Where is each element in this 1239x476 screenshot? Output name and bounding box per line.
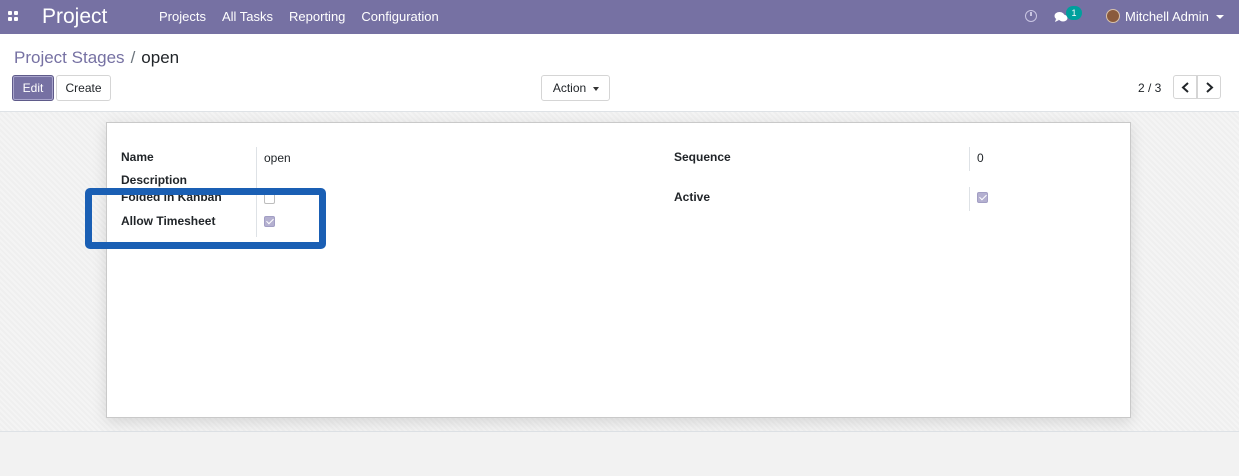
page-bottom-area xyxy=(0,432,1239,476)
clock-icon[interactable] xyxy=(1025,10,1037,22)
menu-item-all-tasks[interactable]: All Tasks xyxy=(214,0,281,34)
breadcrumb-separator: / xyxy=(130,48,136,67)
create-button[interactable]: Create xyxy=(56,75,111,101)
field-divider xyxy=(969,187,970,211)
apps-grid-icon[interactable] xyxy=(8,11,19,22)
top-navbar: Project Projects All Tasks Reporting Con… xyxy=(0,0,1239,34)
pager-previous-button[interactable] xyxy=(1173,75,1197,99)
folded-in-kanban-checkbox[interactable] xyxy=(264,193,275,204)
control-panel: Project Stages / open Edit Create Action 2… xyxy=(0,34,1239,112)
field-divider xyxy=(256,147,257,237)
breadcrumb-current: open xyxy=(141,48,180,67)
app-title[interactable]: Project xyxy=(42,4,107,30)
caret-down-icon xyxy=(593,87,599,91)
active-label: Active xyxy=(674,190,711,204)
edit-button[interactable]: Edit xyxy=(12,75,54,101)
sequence-value: 0 xyxy=(977,151,984,165)
menu-item-reporting[interactable]: Reporting xyxy=(281,0,353,34)
notification-badge: 1 xyxy=(1066,6,1082,20)
caret-down-icon[interactable] xyxy=(1216,15,1224,19)
chevron-right-icon xyxy=(1206,82,1214,93)
action-dropdown[interactable]: Action xyxy=(541,75,610,101)
form-view-area: Name open Description Folded in Kanban A… xyxy=(0,112,1239,432)
menu-item-projects[interactable]: Projects xyxy=(151,0,214,34)
main-menu: Projects All Tasks Reporting Configurati… xyxy=(151,0,447,34)
folded-in-kanban-label: Folded in Kanban xyxy=(121,190,222,204)
user-name[interactable]: Mitchell Admin xyxy=(1125,0,1209,34)
allow-timesheet-checkbox[interactable] xyxy=(264,216,275,227)
menu-item-configuration[interactable]: Configuration xyxy=(353,0,446,34)
name-label: Name xyxy=(121,150,154,164)
avatar[interactable] xyxy=(1106,9,1120,23)
pager-next-button[interactable] xyxy=(1197,75,1221,99)
breadcrumb: Project Stages / open xyxy=(14,48,179,68)
breadcrumb-parent[interactable]: Project Stages xyxy=(14,48,125,67)
chevron-left-icon xyxy=(1181,82,1189,93)
field-divider xyxy=(969,147,970,171)
form-sheet: Name open Description Folded in Kanban A… xyxy=(106,122,1131,418)
allow-timesheet-label: Allow Timesheet xyxy=(121,214,216,228)
active-checkbox[interactable] xyxy=(977,192,988,203)
action-label: Action xyxy=(552,81,587,95)
pager-value[interactable]: 2 / 3 xyxy=(1138,75,1161,101)
sequence-label: Sequence xyxy=(674,150,731,164)
description-label: Description xyxy=(121,173,188,187)
name-value: open xyxy=(264,151,291,165)
